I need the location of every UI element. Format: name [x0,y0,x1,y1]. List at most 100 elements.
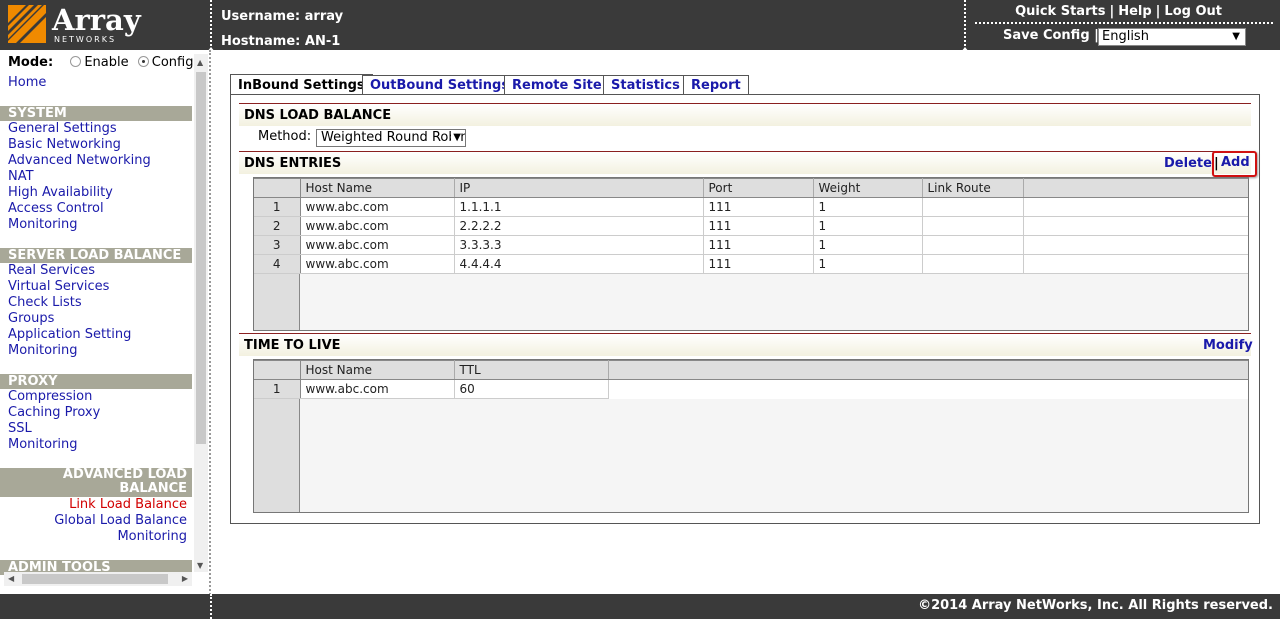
method-select[interactable]: Weighted Round Robin ▼ [316,129,466,147]
section-server-load-balance: SERVER LOAD BALANCE [0,248,192,263]
scrollbar-thumb[interactable] [196,72,206,444]
tab-remote-site[interactable]: Remote Site [504,75,610,95]
help-link[interactable]: Help [1118,4,1151,19]
sidebar-item-check-lists[interactable]: Check Lists [8,295,82,310]
cell-weight: 1 [813,197,923,217]
logo-mark-icon [8,5,46,43]
sidebar-item-monitoring-slb[interactable]: Monitoring [8,343,78,358]
logo-text: Array [52,3,141,37]
column-header-ip[interactable]: IP [454,178,704,198]
table-row[interactable]: 1 www.abc.com 1.1.1.1 111 1 [254,197,1248,217]
column-header-host-name[interactable]: Host Name [300,360,455,380]
header-divider-right [961,0,969,52]
sidebar-item-basic-networking[interactable]: Basic Networking [8,137,121,152]
mode-enable-radio[interactable] [70,56,82,67]
cell-empty [1023,216,1248,236]
sidebar-item-access-control[interactable]: Access Control [8,201,104,216]
session-info: Username: array Hostname: AN-1 [221,4,343,54]
cell-link-route [922,235,1024,255]
sidebar-item-caching-proxy[interactable]: Caching Proxy [8,405,100,420]
tab-statistics[interactable]: Statistics [603,75,688,95]
sidebar-item-advanced-networking[interactable]: Advanced Networking [8,153,151,168]
mode-selector: Mode: Enable Config [8,55,193,70]
sidebar-item-global-load-balance[interactable]: Global Load Balance [0,513,187,528]
sidebar-item-home[interactable]: Home [8,75,46,90]
mode-label: Mode: [8,55,54,70]
sidebar-item-link-load-balance[interactable]: Link Load Balance [0,497,187,512]
log-out-link[interactable]: Log Out [1164,4,1222,19]
copyright-text: ©2014 Array NetWorks, Inc. All Rights re… [918,598,1273,613]
cell-port: 111 [703,216,814,236]
sidebar-item-monitoring-system[interactable]: Monitoring [8,217,78,232]
mode-config-radio[interactable] [137,56,149,67]
dns-entries-table: Host Name IP Port Weight Link Route 1 ww… [253,177,1249,331]
column-header-host-name[interactable]: Host Name [300,178,455,198]
sidebar-item-nat[interactable]: NAT [8,169,34,184]
scrollbar-thumb-horizontal[interactable] [22,574,168,584]
quick-starts-link[interactable]: Quick Starts [1015,4,1105,19]
section-proxy: PROXY [0,374,192,389]
sidebar-item-virtual-services[interactable]: Virtual Services [8,279,109,294]
cell-empty [1023,235,1248,255]
cell-empty [1023,197,1248,217]
row-number: 2 [254,216,301,236]
cell-ip: 2.2.2.2 [454,216,704,236]
sidebar-item-ssl[interactable]: SSL [8,421,32,436]
hostname-label: Hostname: AN-1 [221,34,341,49]
logo-subtext: NETWORKS [54,35,117,44]
cell-empty [1023,254,1248,274]
sidebar-item-monitoring-proxy[interactable]: Monitoring [8,437,78,452]
scroll-left-icon[interactable]: ◀ [8,574,14,583]
scroll-down-icon[interactable]: ▼ [197,561,203,570]
sidebar-item-monitoring-alb[interactable]: Monitoring [0,529,187,544]
table-row[interactable]: 1 www.abc.com 60 [254,379,1248,399]
row-number: 4 [254,254,301,274]
tab-report[interactable]: Report [683,75,749,95]
sidebar-item-real-services[interactable]: Real Services [8,263,95,278]
column-header-weight[interactable]: Weight [813,178,923,198]
sidebar-divider [209,50,211,598]
language-select[interactable]: English ▼ [1098,28,1246,46]
scroll-up-icon[interactable]: ▲ [197,58,203,67]
table-row[interactable]: 4 www.abc.com 4.4.4.4 111 1 [254,254,1248,274]
add-button[interactable]: Add [1221,155,1250,170]
table-row[interactable]: 3 www.abc.com 3.3.3.3 111 1 [254,235,1248,255]
table-header-row: Host Name TTL [254,360,1248,380]
scroll-right-icon[interactable]: ▶ [182,574,188,583]
username-label: Username: array [221,9,344,24]
save-config-link[interactable]: Save Config [1003,28,1090,43]
sidebar-item-groups[interactable]: Groups [8,311,54,326]
row-number: 3 [254,235,301,255]
method-value: Weighted Round Robin [321,130,466,145]
top-links: Quick Starts | Help | Log Out [1015,4,1222,19]
chevron-down-icon: ▼ [1232,31,1240,42]
tab-inbound-settings[interactable]: InBound Settings [230,74,373,96]
row-number: 1 [254,379,301,399]
delete-button[interactable]: Delete [1164,156,1212,171]
column-header-ttl[interactable]: TTL [454,360,609,380]
sidebar-horizontal-scrollbar[interactable]: ◀ ▶ [4,572,192,586]
column-header-port[interactable]: Port [703,178,814,198]
dns-entries-grid: Host Name IP Port Weight Link Route 1 ww… [254,178,1248,274]
chevron-down-icon: ▼ [451,130,461,146]
table-header-row: Host Name IP Port Weight Link Route [254,178,1248,198]
cell-host-name: www.abc.com [300,235,455,255]
sidebar-item-application-setting[interactable]: Application Setting [8,327,131,342]
section-alb-line2: BALANCE [119,481,187,496]
tab-outbound-settings[interactable]: OutBound Settings [362,75,518,95]
row-number: 1 [254,197,301,217]
sidebar-vertical-scrollbar[interactable]: ▲ ▼ [194,54,208,572]
ttl-table: Host Name TTL 1 www.abc.com 60 [253,359,1249,513]
sidebar-item-high-availability[interactable]: High Availability [8,185,113,200]
column-header-link-route[interactable]: Link Route [922,178,1024,198]
cell-host-name: www.abc.com [300,254,455,274]
column-header-empty [1023,178,1248,198]
row-number-header [254,360,301,380]
modify-button[interactable]: Modify [1203,338,1253,353]
sidebar-item-compression[interactable]: Compression [8,389,92,404]
dns-load-balance-header: DNS LOAD BALANCE [239,103,1251,126]
table-row[interactable]: 2 www.abc.com 2.2.2.2 111 1 [254,216,1248,236]
cell-weight: 1 [813,216,923,236]
cell-host-name: www.abc.com [300,197,455,217]
sidebar-item-general-settings[interactable]: General Settings [8,121,117,136]
